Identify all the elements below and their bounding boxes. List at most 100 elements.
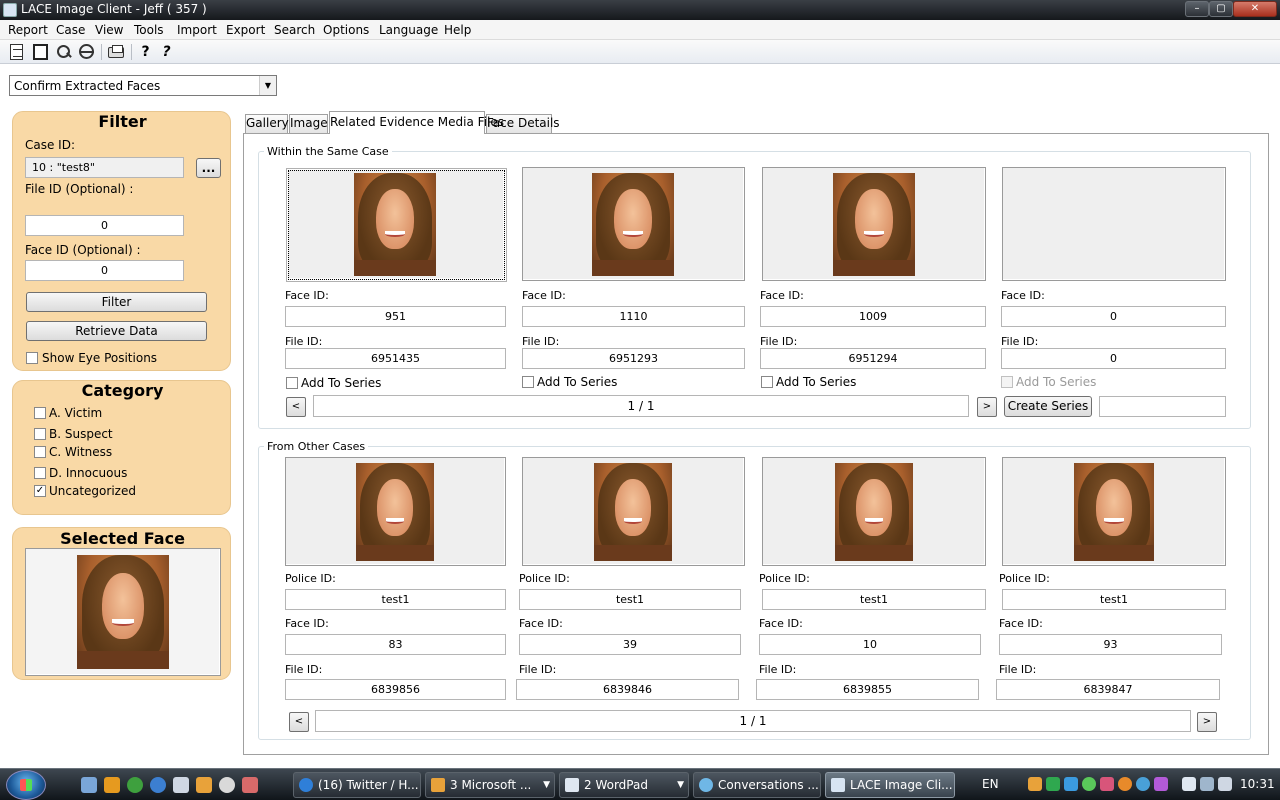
- face-id-field[interactable]: 10: [759, 634, 981, 655]
- globe-icon[interactable]: [79, 44, 94, 59]
- category-witness-checkbox[interactable]: [34, 446, 46, 458]
- file-id-field[interactable]: 0: [25, 215, 184, 236]
- tray-device-icon[interactable]: [1182, 777, 1196, 791]
- file-id-field[interactable]: 6951293: [522, 348, 745, 369]
- face-id-field[interactable]: 1009: [760, 306, 986, 327]
- tab-image[interactable]: Image: [289, 114, 328, 133]
- category-uncategorized-checkbox[interactable]: ✓: [34, 485, 46, 497]
- show-eye-positions-checkbox[interactable]: [26, 352, 38, 364]
- menu-case[interactable]: Case: [56, 23, 85, 37]
- file-id-field[interactable]: 6839856: [285, 679, 506, 700]
- tab-related-evidence-media-files[interactable]: Related Evidence Media Files: [329, 111, 504, 134]
- network-icon[interactable]: [1064, 777, 1078, 791]
- media-player-icon[interactable]: [104, 777, 120, 793]
- same-case-prev-button[interactable]: <: [286, 397, 306, 417]
- office-quicklaunch-icon[interactable]: [196, 777, 212, 793]
- maximize-button[interactable]: ▢: [1209, 1, 1233, 17]
- same-case-thumb-1[interactable]: [286, 168, 507, 282]
- help-icon[interactable]: ?: [137, 44, 154, 60]
- close-button[interactable]: ✕: [1233, 1, 1277, 17]
- display-icon[interactable]: [33, 44, 48, 60]
- filter-button[interactable]: Filter: [26, 292, 207, 312]
- chevron-down-icon[interactable]: ▼: [259, 76, 276, 95]
- face-id-field[interactable]: 951: [285, 306, 506, 327]
- face-id-field[interactable]: 0: [1001, 306, 1226, 327]
- clock[interactable]: 10:31: [1240, 777, 1275, 791]
- other-case-thumb-1[interactable]: [285, 457, 506, 566]
- file-id-field[interactable]: 0: [1001, 348, 1226, 369]
- file-id-field[interactable]: 6839855: [756, 679, 979, 700]
- category-suspect-checkbox[interactable]: [34, 428, 46, 440]
- tab-gallery[interactable]: Gallery: [245, 114, 289, 133]
- face-id-field[interactable]: 93: [999, 634, 1222, 655]
- menu-help[interactable]: Help: [444, 23, 471, 37]
- police-id-field[interactable]: test1: [1002, 589, 1226, 610]
- same-case-thumb-2[interactable]: [522, 167, 745, 281]
- file-id-field[interactable]: 6951294: [760, 348, 986, 369]
- add-to-series-checkbox[interactable]: [286, 377, 298, 389]
- series-name-field[interactable]: [1099, 396, 1226, 417]
- menu-options[interactable]: Options: [323, 23, 369, 37]
- tray-misc-icon[interactable]: [1154, 777, 1168, 791]
- other-case-thumb-4[interactable]: [1002, 457, 1226, 566]
- same-case-next-button[interactable]: >: [977, 397, 997, 417]
- file-id-field[interactable]: 6839847: [996, 679, 1220, 700]
- tray-update-icon[interactable]: [1118, 777, 1132, 791]
- category-innocuous-checkbox[interactable]: [34, 467, 46, 479]
- folder-quicklaunch-icon[interactable]: [173, 777, 189, 793]
- retrieve-data-button[interactable]: Retrieve Data: [26, 321, 207, 341]
- tool-quicklaunch-icon[interactable]: [242, 777, 258, 793]
- face-id-field[interactable]: 1110: [522, 306, 745, 327]
- tray-messenger-icon[interactable]: [1136, 777, 1150, 791]
- taskbar-item-lace[interactable]: LACE Image Cli...: [825, 772, 955, 798]
- same-case-thumb-3[interactable]: [762, 167, 986, 281]
- browse-case-button[interactable]: ...: [196, 158, 221, 178]
- taskbar-item-microsoft[interactable]: 3 Microsoft ... ▼: [425, 772, 555, 798]
- taskbar-item-conversations[interactable]: Conversations ...: [693, 772, 821, 798]
- print-icon[interactable]: [108, 45, 124, 58]
- internet-explorer-icon[interactable]: [150, 777, 166, 793]
- start-button[interactable]: [6, 770, 46, 800]
- minimize-button[interactable]: –: [1185, 1, 1209, 17]
- police-id-field[interactable]: test1: [519, 589, 741, 610]
- signal-icon[interactable]: [1046, 777, 1060, 791]
- volume-icon[interactable]: [1218, 777, 1232, 791]
- menu-export[interactable]: Export: [226, 23, 265, 37]
- other-cases-prev-button[interactable]: <: [289, 712, 309, 732]
- face-id-field[interactable]: 0: [25, 260, 184, 281]
- search-icon[interactable]: [56, 44, 73, 60]
- context-help-icon[interactable]: ?: [158, 44, 175, 60]
- menu-language[interactable]: Language: [379, 23, 438, 37]
- taskbar-item-twitter[interactable]: (16) Twitter / H...: [293, 772, 421, 798]
- other-cases-next-button[interactable]: >: [1197, 712, 1217, 732]
- tray-office-icon[interactable]: [1028, 777, 1042, 791]
- face-id-field[interactable]: 83: [285, 634, 506, 655]
- new-report-icon[interactable]: [10, 44, 23, 60]
- menu-view[interactable]: View: [95, 23, 123, 37]
- browser-quicklaunch-icon[interactable]: [127, 777, 143, 793]
- police-id-field[interactable]: test1: [762, 589, 986, 610]
- add-to-series-checkbox[interactable]: [522, 376, 534, 388]
- file-id-field[interactable]: 6951435: [285, 348, 506, 369]
- taskbar-item-wordpad[interactable]: 2 WordPad ▼: [559, 772, 689, 798]
- mode-dropdown[interactable]: Confirm Extracted Faces ▼: [9, 75, 277, 96]
- menu-search[interactable]: Search: [274, 23, 315, 37]
- tray-app-icon[interactable]: [1100, 777, 1114, 791]
- other-case-thumb-3[interactable]: [762, 457, 986, 566]
- file-id-field[interactable]: 6839846: [516, 679, 739, 700]
- menu-tools[interactable]: Tools: [134, 23, 164, 37]
- show-desktop-icon[interactable]: [81, 777, 97, 793]
- other-case-thumb-2[interactable]: [522, 457, 745, 566]
- menu-report[interactable]: Report: [8, 23, 48, 37]
- app-quicklaunch-icon[interactable]: [219, 777, 235, 793]
- category-victim-checkbox[interactable]: [34, 407, 46, 419]
- menu-import[interactable]: Import: [177, 23, 217, 37]
- police-id-field[interactable]: test1: [285, 589, 506, 610]
- case-id-field[interactable]: 10 : "test8": [25, 157, 184, 178]
- language-indicator[interactable]: EN: [982, 777, 999, 791]
- tray-network-icon[interactable]: [1200, 777, 1214, 791]
- face-id-field[interactable]: 39: [519, 634, 741, 655]
- create-series-button[interactable]: Create Series: [1004, 396, 1092, 417]
- security-icon[interactable]: [1082, 777, 1096, 791]
- add-to-series-checkbox[interactable]: [761, 376, 773, 388]
